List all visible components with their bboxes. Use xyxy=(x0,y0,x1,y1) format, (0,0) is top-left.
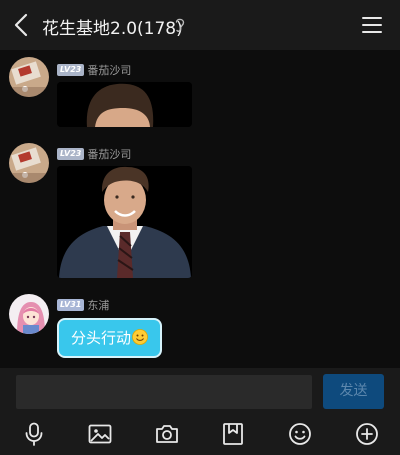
image-icon xyxy=(88,424,112,444)
message-input[interactable] xyxy=(16,375,312,409)
camera-icon xyxy=(156,425,178,443)
composer-bar: 发送 xyxy=(0,368,400,410)
favorites-button[interactable] xyxy=(221,422,245,446)
smiling-face-emoji xyxy=(132,329,148,345)
composer-toolbar xyxy=(0,410,400,455)
level-badge: LV31 xyxy=(57,298,85,311)
chevron-left-icon xyxy=(14,13,28,37)
voice-button[interactable] xyxy=(22,422,46,446)
ear-icon[interactable] xyxy=(174,16,186,34)
microphone-icon xyxy=(25,422,43,446)
gallery-button[interactable] xyxy=(88,422,112,446)
level-badge: LV23 xyxy=(57,147,85,160)
message-text: 分头行动 xyxy=(71,329,132,347)
image-message[interactable] xyxy=(57,166,192,278)
send-button[interactable]: 发送 xyxy=(323,374,384,409)
avatar[interactable] xyxy=(9,143,49,183)
image-message[interactable] xyxy=(57,82,192,127)
bookmark-icon xyxy=(223,423,243,445)
level-badge: LV23 xyxy=(57,63,85,76)
nickname: 东浦 xyxy=(87,298,110,312)
more-button[interactable] xyxy=(355,422,379,446)
back-button[interactable] xyxy=(10,12,34,38)
text-message-bubble[interactable]: 分头行动 xyxy=(57,318,163,358)
avatar[interactable] xyxy=(9,57,49,97)
avatar[interactable] xyxy=(9,294,49,334)
chat-title: 花生基地2.0(178) xyxy=(42,19,183,39)
plus-circle-icon xyxy=(356,423,378,445)
message-list[interactable]: LV23 番茄沙司 LV23 番茄沙司 LV31 东浦 分头行动 xyxy=(0,50,400,368)
emoji-icon xyxy=(289,423,311,445)
menu-button[interactable] xyxy=(362,15,382,35)
nickname: 番茄沙司 xyxy=(87,147,132,161)
camera-button[interactable] xyxy=(155,422,179,446)
emoji-button[interactable] xyxy=(288,422,312,446)
nickname: 番茄沙司 xyxy=(87,63,132,77)
menu-icon xyxy=(362,17,382,33)
chat-header: 花生基地2.0(178) xyxy=(0,0,400,50)
